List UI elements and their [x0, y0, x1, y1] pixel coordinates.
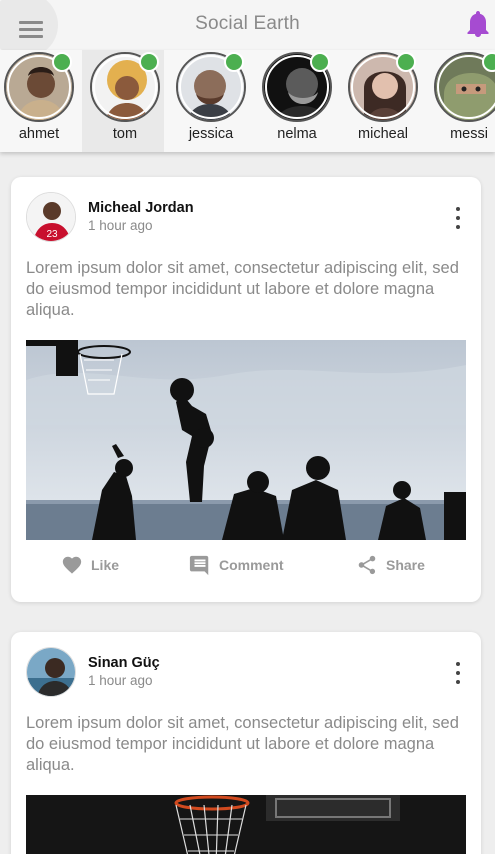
share-button[interactable]: Share — [356, 540, 425, 590]
post-text: Lorem ipsum dolor sit amet, consectetur … — [26, 259, 459, 319]
story-name: ahmet — [18, 126, 60, 142]
post-image — [26, 340, 466, 540]
like-button[interactable]: Like — [61, 540, 119, 590]
post-actions: Like Comment Share — [11, 540, 481, 590]
story-tom[interactable]: tom — [82, 50, 164, 152]
share-icon — [358, 555, 376, 575]
post-timestamp: 1 hour ago — [88, 673, 153, 688]
avatar[interactable] — [26, 647, 76, 697]
story-name: messi — [450, 126, 488, 142]
comment-icon — [189, 555, 209, 576]
like-label: Like — [91, 557, 120, 573]
story-ahmet[interactable]: ahmet — [0, 50, 82, 152]
online-status-dot — [482, 52, 495, 72]
post-author[interactable]: Sinan Güç — [88, 655, 160, 671]
story-name: micheal — [358, 126, 408, 142]
story-messi[interactable]: messi — [430, 50, 495, 152]
share-label: Share — [386, 557, 425, 573]
story-nelma[interactable]: nelma — [258, 50, 340, 152]
comment-button[interactable]: Comment — [189, 540, 284, 590]
story-micheal[interactable]: micheal — [344, 50, 426, 152]
online-status-dot — [396, 52, 416, 72]
post-card: 23 Micheal Jordan 1 hour ago Lorem ipsum… — [11, 177, 481, 602]
app-bar: Social Earth — [0, 0, 495, 58]
avatar[interactable]: 23 — [26, 192, 76, 242]
online-status-dot — [52, 52, 72, 72]
more-vertical-icon[interactable] — [453, 662, 463, 684]
online-status-dot — [224, 52, 244, 72]
app-title: Social Earth — [195, 13, 300, 34]
comment-label: Comment — [219, 557, 284, 573]
story-jessica[interactable]: jessica — [172, 50, 254, 152]
heart-icon — [62, 556, 82, 574]
online-status-dot — [139, 52, 159, 72]
post-card: Sinan Güç 1 hour ago Lorem ipsum dolor s… — [11, 632, 481, 854]
bell-icon[interactable] — [466, 10, 490, 38]
story-name: jessica — [188, 126, 234, 142]
story-name: nelma — [277, 126, 317, 142]
post-timestamp: 1 hour ago — [88, 218, 153, 233]
post-text: Lorem ipsum dolor sit amet, consectetur … — [26, 714, 459, 774]
post-image — [26, 795, 466, 854]
more-vertical-icon[interactable] — [453, 207, 463, 229]
online-status-dot — [310, 52, 330, 72]
story-name: tom — [112, 126, 138, 142]
stories-bar: ahmet tom jessica nelma micheal messi — [0, 50, 495, 152]
svg-text:23: 23 — [46, 229, 58, 240]
post-author[interactable]: Micheal Jordan — [88, 200, 194, 216]
